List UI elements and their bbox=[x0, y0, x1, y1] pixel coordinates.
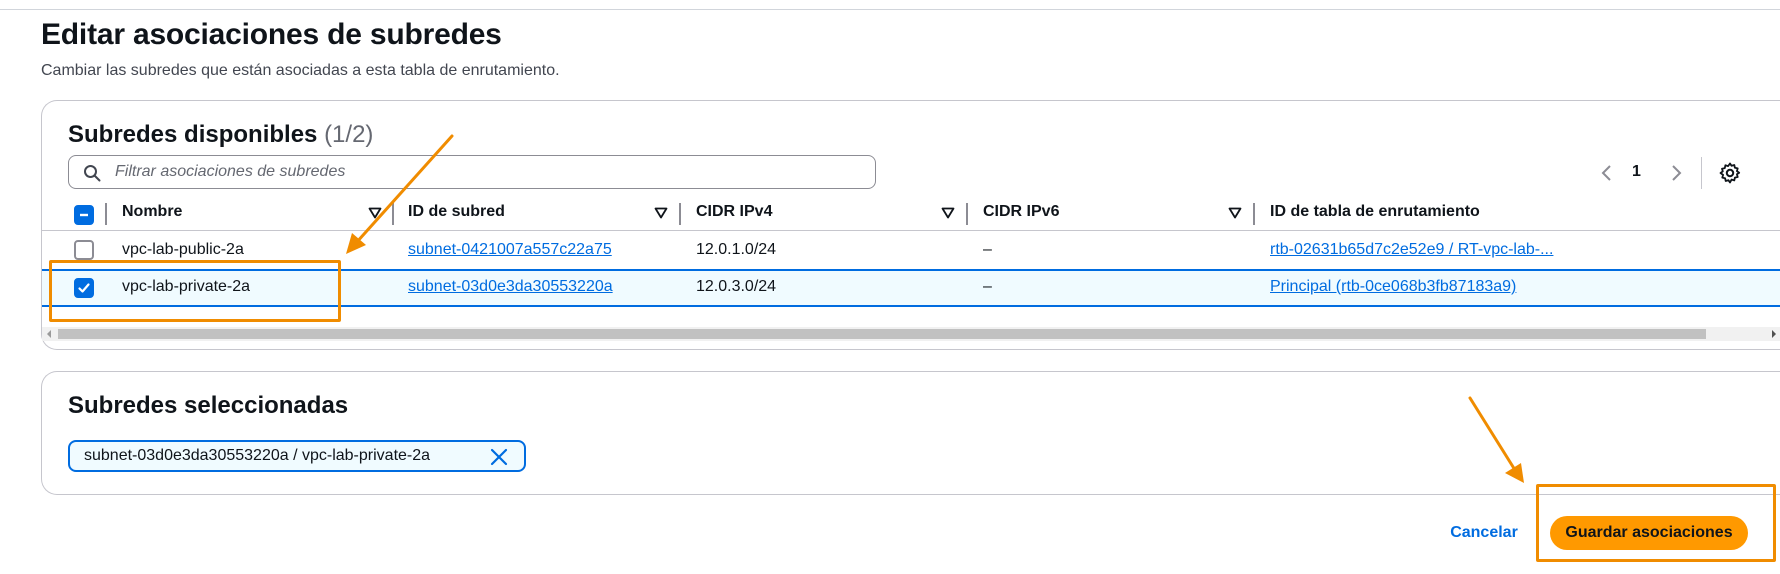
annotation-arrows bbox=[346, 134, 1524, 483]
